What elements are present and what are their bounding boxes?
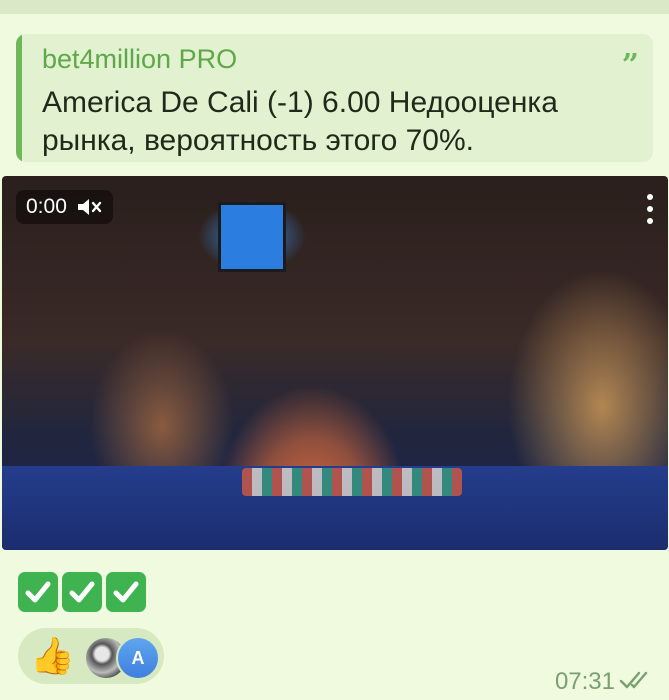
video-time: 0:00 xyxy=(26,195,67,218)
message-timestamp: 07:31 xyxy=(554,668,615,695)
video-scene-chips xyxy=(242,468,462,496)
check-mark-icon xyxy=(62,572,102,612)
quoted-message[interactable]: bet4million PRO America De Cali (-1) 6.0… xyxy=(16,34,653,162)
reactor-avatar-letter: A xyxy=(116,636,160,680)
quote-icon: ” xyxy=(621,48,639,83)
more-vertical-icon[interactable] xyxy=(646,194,654,224)
previous-message-edge xyxy=(0,0,669,14)
muted-speaker-icon[interactable] xyxy=(77,197,103,217)
video-time-pill[interactable]: 0:00 xyxy=(16,190,113,224)
check-emoji-row xyxy=(18,572,146,612)
quote-accent-bar xyxy=(16,34,22,162)
quote-text: America De Cali (-1) 6.00 Недооценка рын… xyxy=(42,86,558,157)
video-player[interactable]: 0:00 xyxy=(2,176,668,550)
thumbs-up-icon: 👍 xyxy=(30,635,75,676)
message-bubble[interactable]: bet4million PRO America De Cali (-1) 6.0… xyxy=(0,0,669,700)
video-scene-screen xyxy=(218,202,286,272)
double-check-icon xyxy=(619,668,655,692)
reaction-chip[interactable]: 👍 A xyxy=(18,628,164,684)
quote-author: bet4million PRO xyxy=(42,44,238,74)
check-mark-icon xyxy=(18,572,58,612)
check-mark-icon xyxy=(106,572,146,612)
